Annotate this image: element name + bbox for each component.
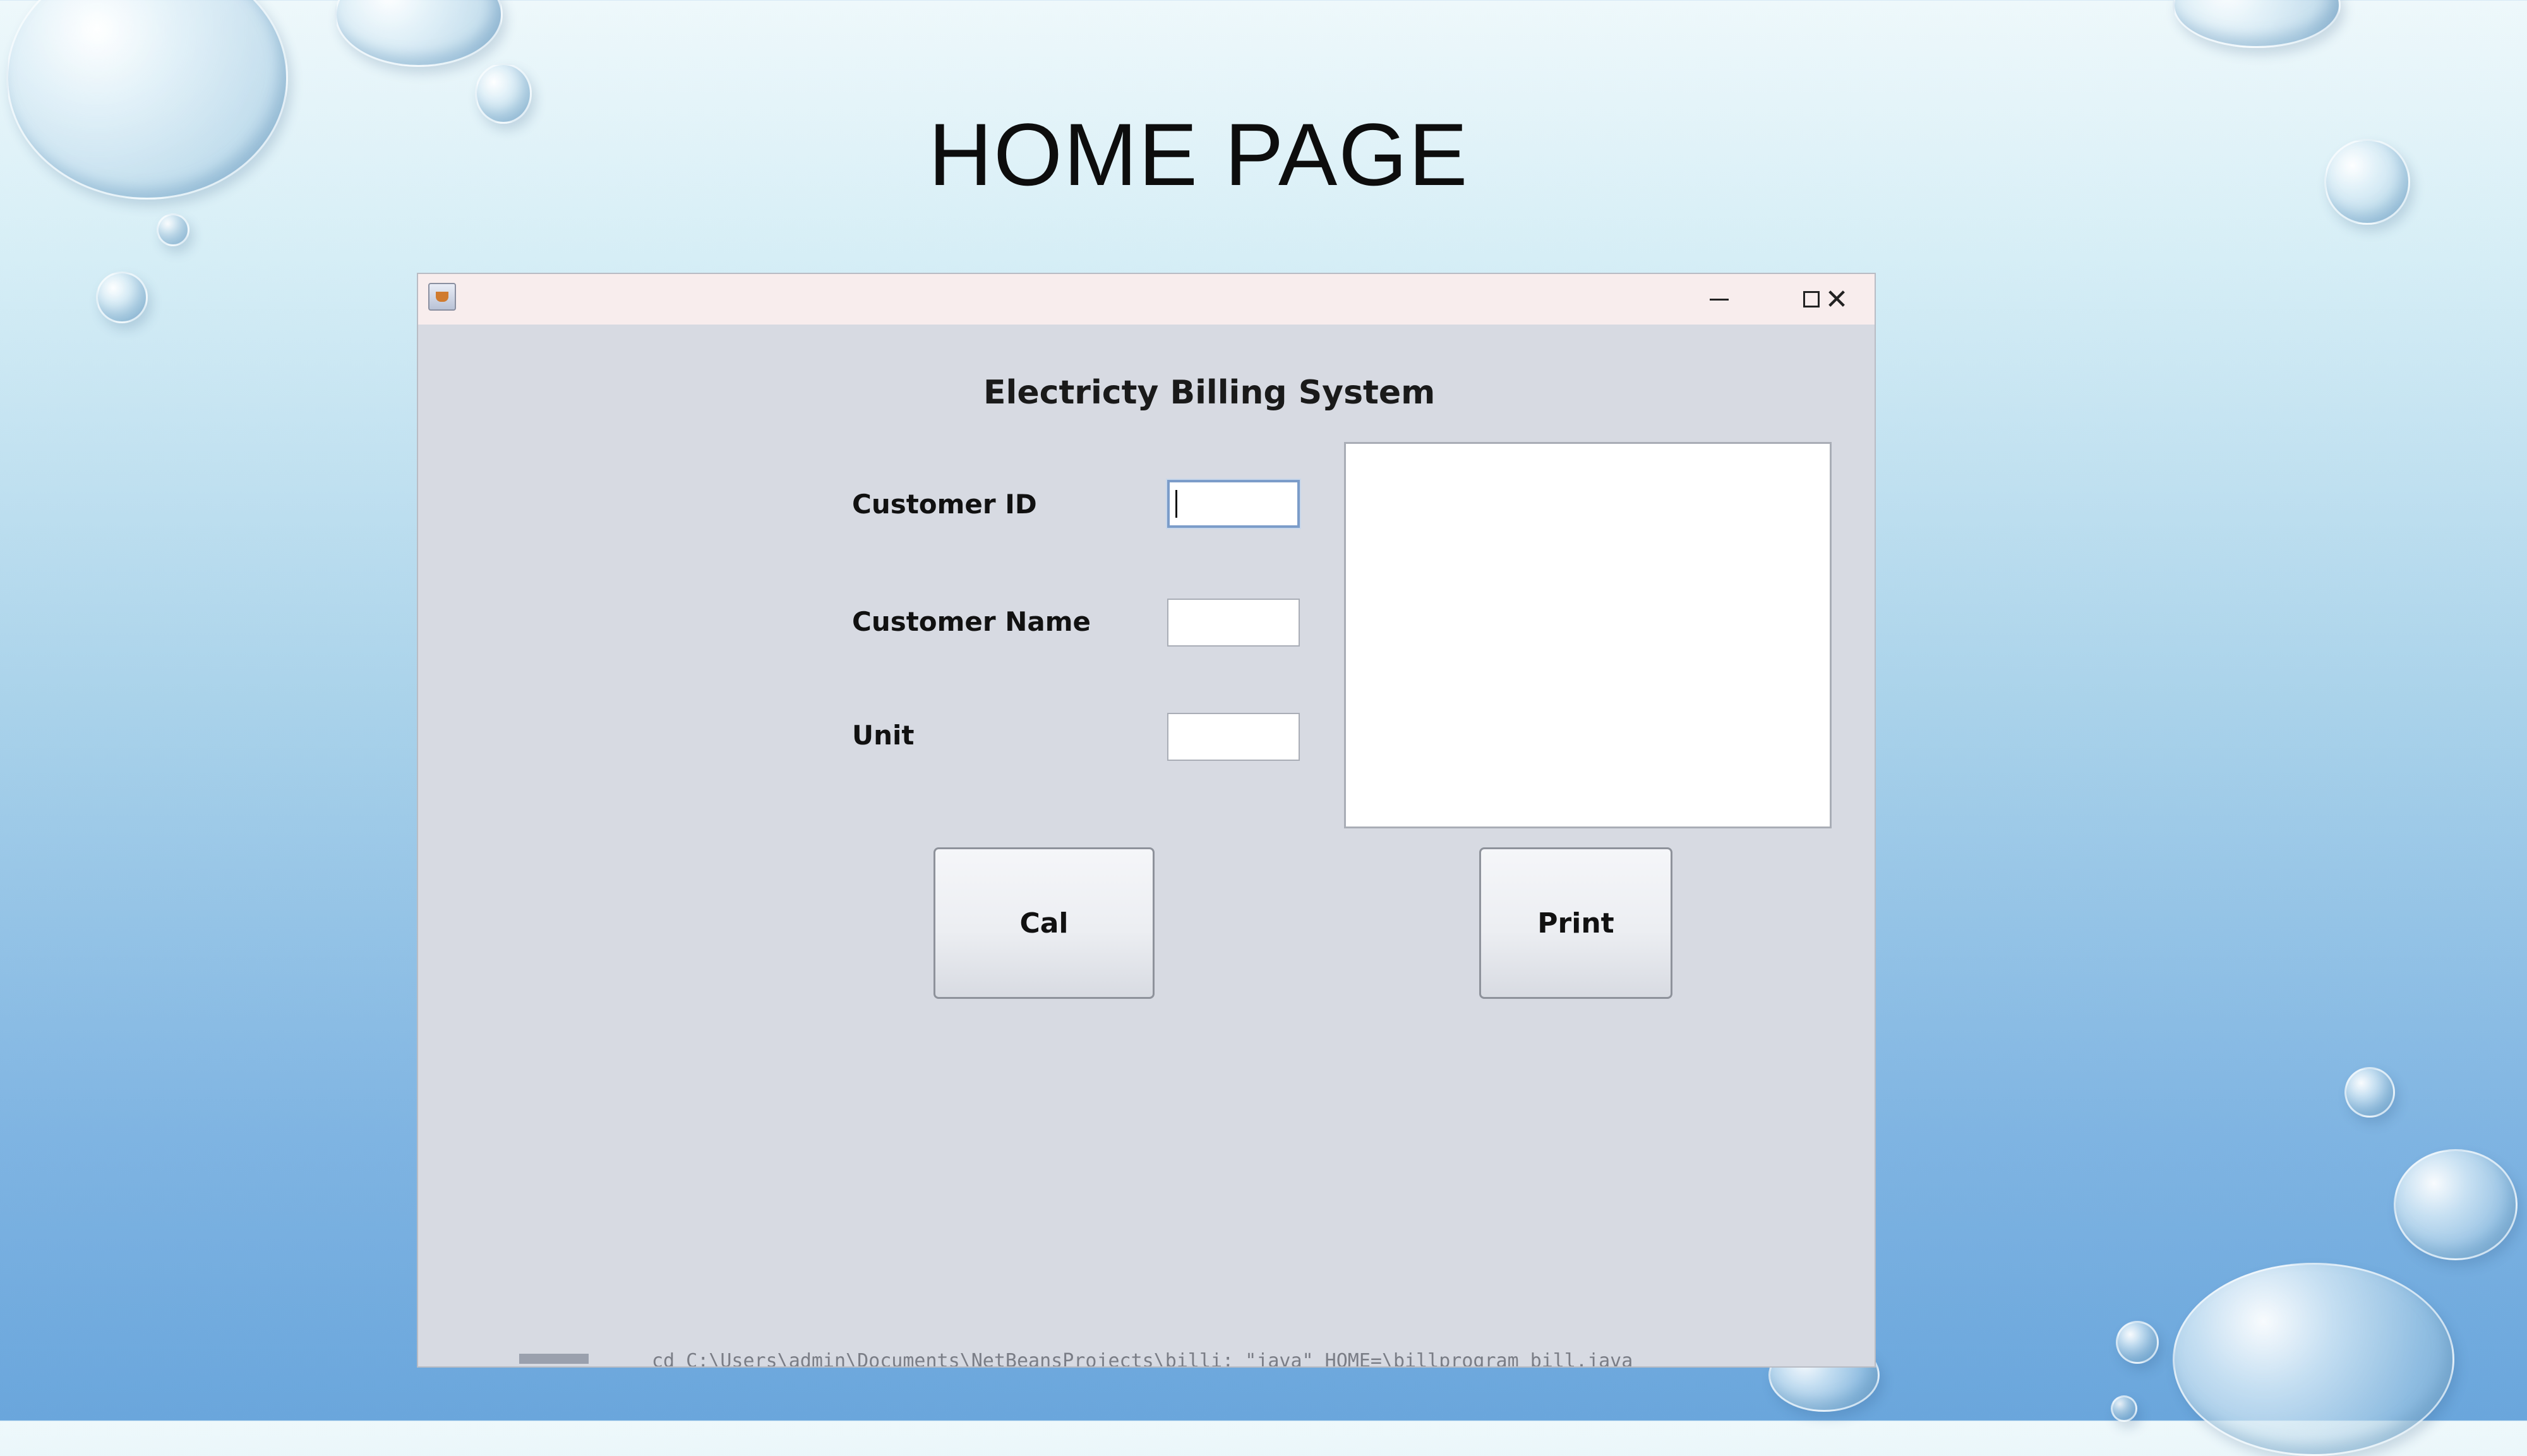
water-droplet — [157, 213, 189, 246]
form-title: Electricty Billing System — [983, 374, 1436, 412]
water-droplet — [475, 63, 532, 124]
water-droplet — [2111, 1395, 2137, 1422]
water-droplet — [2173, 0, 2341, 48]
print-button[interactable]: Print — [1479, 847, 1672, 999]
customer-name-label: Customer Name — [852, 606, 1091, 637]
customer-name-input[interactable] — [1167, 599, 1300, 647]
cal-button[interactable]: Cal — [933, 847, 1155, 999]
unit-label: Unit — [852, 720, 915, 751]
water-droplet — [2324, 139, 2410, 225]
customer-id-label: Customer ID — [852, 489, 1037, 520]
title-bar[interactable]: ✕ — [418, 274, 1875, 325]
water-droplet — [96, 272, 148, 323]
close-icon: ✕ — [1825, 283, 1849, 316]
slide-title: HOME PAGE — [928, 105, 1469, 204]
water-droplet — [2116, 1321, 2159, 1364]
java-cup-icon — [428, 283, 456, 311]
water-droplet — [2394, 1149, 2518, 1260]
console-command-text: cd C:\Users\admin\Documents\NetBeansProj… — [652, 1350, 1633, 1366]
minimize-icon — [1710, 298, 1729, 301]
app-window: ✕ Electricty Billing System Customer ID … — [418, 274, 1875, 1366]
water-droplet — [2173, 1263, 2454, 1456]
console-status-strip: cd C:\Users\admin\Documents\NetBeansProj… — [418, 1347, 1875, 1366]
water-droplet — [6, 0, 288, 200]
water-droplet — [2344, 1067, 2395, 1118]
bill-output-textarea[interactable] — [1344, 442, 1832, 828]
console-block — [519, 1354, 589, 1364]
water-droplet — [335, 0, 503, 67]
customer-id-input[interactable] — [1167, 480, 1300, 528]
minimize-button[interactable] — [1681, 274, 1757, 325]
unit-input[interactable] — [1167, 713, 1300, 761]
close-button[interactable]: ✕ — [1799, 274, 1875, 325]
